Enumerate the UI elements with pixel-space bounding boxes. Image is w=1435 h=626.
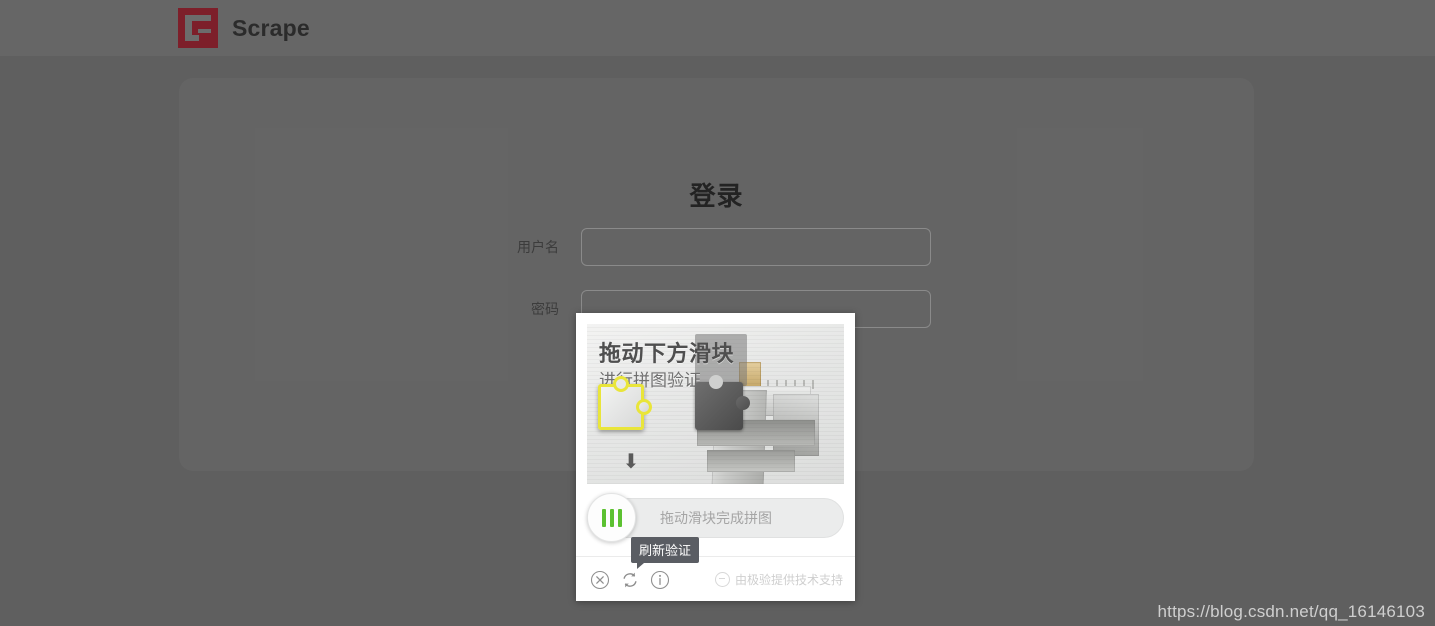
geetest-branding: 由极验提供技术支持 — [714, 571, 855, 588]
navbar: Scrape — [0, 0, 1435, 56]
page-overlay: Scrape 登录 用户名 密码 拖动下方滑块 进行拼图验证 ⬇ 拖动滑块完成拼… — [0, 0, 1435, 626]
puzzle-slot — [695, 375, 750, 430]
brand-title: Scrape — [232, 14, 310, 41]
captcha-slider[interactable]: 拖动滑块完成拼图 — [587, 493, 844, 542]
scrape-g-logo-icon — [178, 8, 218, 48]
close-icon[interactable] — [590, 570, 610, 590]
chevron-double-down-icon: ⬇ — [622, 451, 640, 473]
puzzle-piece[interactable] — [598, 376, 652, 430]
refresh-tooltip: 刷新验证 — [631, 537, 700, 569]
three-bars-icon — [601, 508, 606, 527]
geetest-captcha-panel: 拖动下方滑块 进行拼图验证 ⬇ 拖动滑块完成拼图 刷新验证 由极验提供技术支持 — [576, 313, 855, 601]
slider-placeholder-text: 拖动滑块完成拼图 — [660, 510, 772, 526]
captcha-image[interactable]: 拖动下方滑块 进行拼图验证 ⬇ — [587, 324, 844, 484]
password-label: 密码 — [531, 301, 559, 317]
info-icon[interactable] — [650, 570, 670, 590]
username-label: 用户名 — [517, 239, 559, 255]
page-title: 登录 — [689, 181, 744, 211]
captcha-footer: 由极验提供技术支持 — [576, 556, 855, 602]
watermark: https://blog.csdn.net/qq_16146103 — [1157, 602, 1425, 621]
geetest-branding-text: 由极验提供技术支持 — [734, 573, 843, 587]
geetest-logo-icon — [714, 572, 730, 587]
refresh-icon[interactable] — [620, 570, 640, 590]
slider-handle[interactable] — [587, 493, 636, 542]
captcha-actions — [576, 570, 670, 590]
form-row-username: 用户名 — [179, 228, 1254, 266]
username-input[interactable] — [581, 228, 931, 266]
brand-link[interactable]: Scrape — [178, 8, 310, 48]
